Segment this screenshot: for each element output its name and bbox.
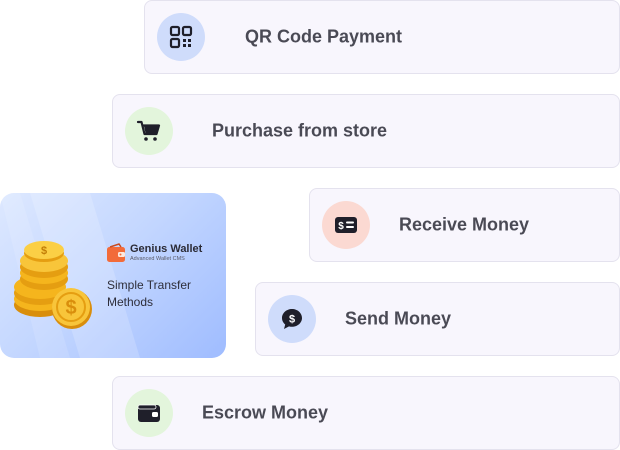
qr-code-icon <box>169 25 193 49</box>
brand-name: Genius Wallet <box>130 243 203 255</box>
svg-text:$: $ <box>41 245 47 257</box>
qr-code-icon-circle <box>157 13 205 61</box>
purchase-from-store-card[interactable]: Purchase from store <box>112 94 620 168</box>
svg-text:$: $ <box>289 314 295 326</box>
escrow-money-card[interactable]: Escrow Money <box>112 376 620 450</box>
qr-code-payment-card[interactable]: QR Code Payment <box>144 0 620 74</box>
gold-coins-icon: $ $ <box>14 241 92 329</box>
purchase-from-store-label: Purchase from store <box>212 120 388 141</box>
brand: Genius Wallet Advanced Wallet CMS <box>106 243 202 263</box>
svg-text:$: $ <box>338 221 344 232</box>
promo-card: $ $ Genius Wallet Advanced Wallet CMS Si… <box>0 193 226 358</box>
shopping-cart-icon <box>136 120 161 141</box>
qr-code-payment-label: QR Code Payment <box>245 26 403 47</box>
receive-money-card[interactable]: $ Receive Money <box>309 188 620 262</box>
dollar-chat-icon-circle: $ <box>268 295 316 343</box>
money-bill-icon-circle: $ <box>322 201 370 249</box>
wallet-icon <box>137 404 160 422</box>
promo-text: Simple Transfer Methods <box>107 278 192 309</box>
send-money-card[interactable]: $ Send Money <box>255 282 620 356</box>
brand-tagline: Advanced Wallet CMS <box>130 256 185 262</box>
escrow-money-label: Escrow Money <box>202 402 329 423</box>
svg-text:$: $ <box>65 297 76 319</box>
shopping-cart-icon-circle <box>125 107 173 155</box>
wallet-logo-icon <box>107 243 125 262</box>
receive-money-label: Receive Money <box>399 214 530 235</box>
send-money-label: Send Money <box>345 308 452 329</box>
money-bill-icon: $ <box>335 217 357 233</box>
dollar-chat-icon: $ <box>282 309 302 329</box>
wallet-icon-circle <box>125 389 173 437</box>
